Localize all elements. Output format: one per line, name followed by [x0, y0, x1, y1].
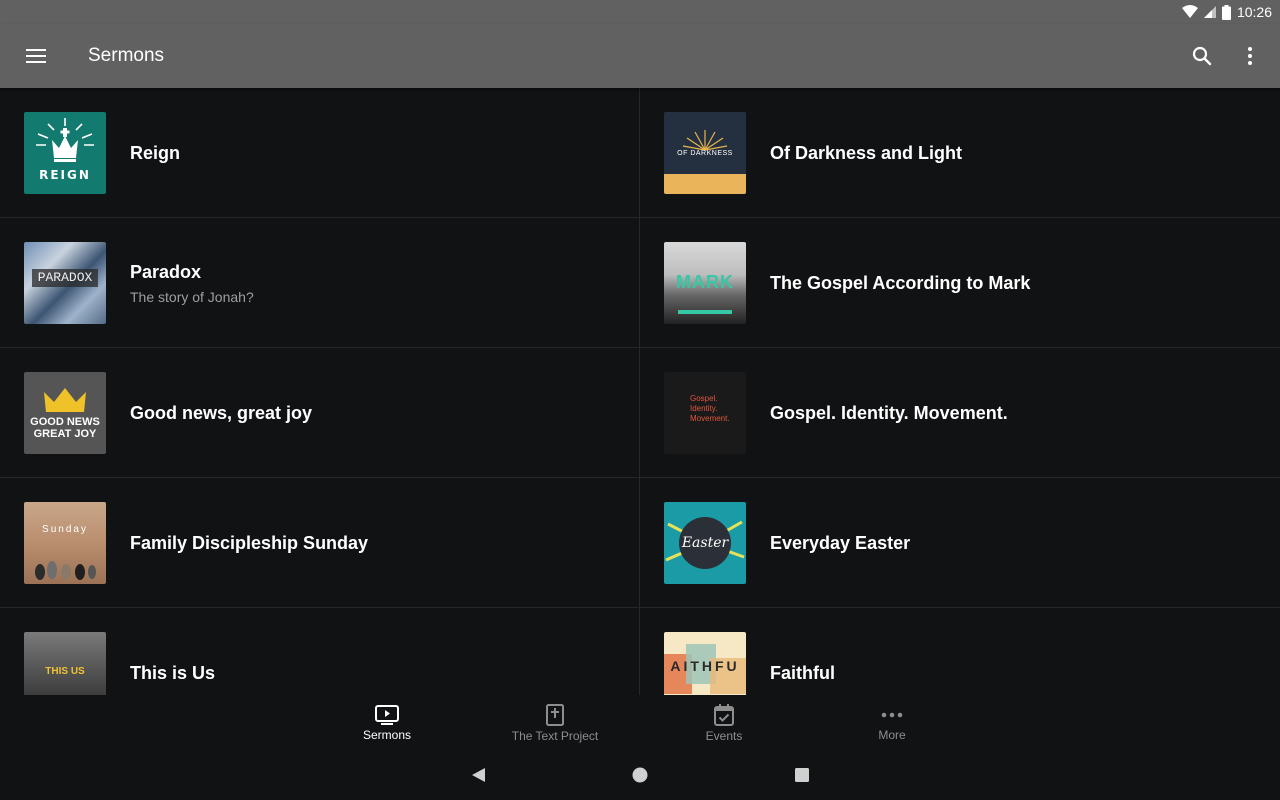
series-thumbnail: MARK: [664, 242, 746, 324]
series-thumbnail: GOOD NEWS GREAT JOY: [24, 372, 106, 454]
home-circle-icon: [632, 767, 648, 783]
sermon-series-grid: REIGN Reign OF DARKNESS Of Darkness and …: [0, 88, 1280, 695]
cell-signal-icon: [1203, 6, 1216, 18]
series-title: Faithful: [770, 662, 835, 683]
app-bar: Sermons: [0, 24, 1280, 88]
series-title: Of Darkness and Light: [770, 142, 963, 163]
recents-square-icon: [795, 768, 809, 782]
series-item-gospel-according-to-mark[interactable]: MARK The Gospel According to Mark: [640, 218, 1280, 348]
thumbnail-caption: THIS US: [45, 666, 85, 677]
series-thumbnail: Gospel. Identity. Movement.: [664, 372, 746, 454]
series-title: Everyday Easter: [770, 532, 911, 553]
thumbnail-caption: GOOD NEWS GREAT JOY: [30, 416, 100, 440]
nav-events[interactable]: Events: [664, 695, 784, 751]
back-triangle-icon: [472, 768, 485, 782]
series-item-of-darkness-and-light[interactable]: OF DARKNESS Of Darkness and Light: [640, 88, 1280, 218]
battery-icon: [1221, 4, 1231, 20]
series-item-everyday-easter[interactable]: Easter Everyday Easter: [640, 478, 1280, 608]
nav-label: Events: [705, 728, 743, 743]
series-title: Gospel. Identity. Movement.: [770, 402, 1008, 423]
series-item-this-is-us[interactable]: THIS US This is Us: [0, 608, 640, 695]
series-thumbnail: PARADOX: [24, 242, 106, 324]
menu-button[interactable]: [0, 24, 72, 88]
system-home-button[interactable]: [630, 765, 650, 785]
search-button[interactable]: [1178, 24, 1226, 88]
thumbnail-caption: AITHFU: [670, 658, 740, 674]
series-thumbnail: Easter: [664, 502, 746, 584]
calendar-check-icon: [714, 703, 734, 726]
series-title: This is Us: [130, 662, 216, 683]
grid-row: PARADOX Paradox The story of Jonah? MARK…: [0, 218, 1280, 348]
nav-label: More: [878, 727, 906, 742]
more-horiz-icon: [881, 712, 903, 717]
series-thumbnail: Sunday: [24, 502, 106, 584]
status-bar: 10:26: [0, 0, 1280, 24]
series-item-reign[interactable]: REIGN Reign: [0, 88, 640, 218]
thumbnail-caption: MARK: [676, 272, 734, 292]
grid-row: GOOD NEWS GREAT JOY Good news, great joy…: [0, 348, 1280, 478]
nav-the-text-project[interactable]: The Text Project: [495, 695, 615, 751]
thumbnail-caption: PARADOX: [32, 269, 98, 287]
series-title: Family Discipleship Sunday: [130, 532, 369, 553]
nav-label: The Text Project: [511, 728, 599, 743]
grid-row: REIGN Reign OF DARKNESS Of Darkness and …: [0, 88, 1280, 218]
nav-label: Sermons: [362, 727, 412, 742]
bible-icon: [546, 703, 564, 726]
system-recents-button[interactable]: [792, 765, 812, 785]
grid-row: THIS US This is Us AITHFU Faithful: [0, 608, 1280, 695]
grid-row: Sunday Family Discipleship Sunday Easter…: [0, 478, 1280, 608]
series-thumbnail: REIGN: [24, 112, 106, 194]
system-navigation-bar: [0, 751, 1280, 800]
series-thumbnail: THIS US: [24, 632, 106, 695]
tv-play-icon: [375, 704, 399, 725]
nav-sermons[interactable]: Sermons: [327, 695, 447, 751]
series-item-paradox[interactable]: PARADOX Paradox The story of Jonah?: [0, 218, 640, 348]
thumbnail-caption: REIGN: [39, 168, 91, 182]
page-title: Sermons: [88, 45, 165, 66]
series-thumbnail: AITHFU: [664, 632, 746, 695]
nav-more[interactable]: More: [832, 695, 952, 751]
hamburger-menu-icon: [26, 49, 46, 63]
series-item-gospel-identity-movement[interactable]: Gospel. Identity. Movement. Gospel. Iden…: [640, 348, 1280, 478]
series-title: Good news, great joy: [130, 402, 313, 423]
thumbnail-caption: Easter: [681, 535, 729, 551]
series-title: Reign: [130, 142, 181, 163]
series-thumbnail: OF DARKNESS: [664, 112, 746, 194]
series-title: Paradox: [130, 261, 202, 282]
wifi-icon: [1181, 5, 1198, 18]
series-subtitle: The story of Jonah?: [130, 288, 254, 305]
series-item-good-news-great-joy[interactable]: GOOD NEWS GREAT JOY Good news, great joy: [0, 348, 640, 478]
series-title: The Gospel According to Mark: [770, 272, 1031, 293]
thumbnail-stripe: [678, 310, 732, 314]
bottom-navigation: Sermons The Text Project Events More: [0, 695, 1280, 751]
status-time: 10:26: [1236, 4, 1272, 20]
series-item-family-discipleship-sunday[interactable]: Sunday Family Discipleship Sunday: [0, 478, 640, 608]
more-vert-icon: [1248, 47, 1252, 65]
series-item-faithful[interactable]: AITHFU Faithful: [640, 608, 1280, 695]
thumbnail-caption: Gospel. Identity. Movement.: [690, 394, 730, 423]
overflow-menu-button[interactable]: [1226, 24, 1274, 88]
search-icon: [1192, 46, 1212, 66]
thumbnail-caption: OF DARKNESS: [677, 150, 733, 157]
system-back-button[interactable]: [468, 765, 488, 785]
